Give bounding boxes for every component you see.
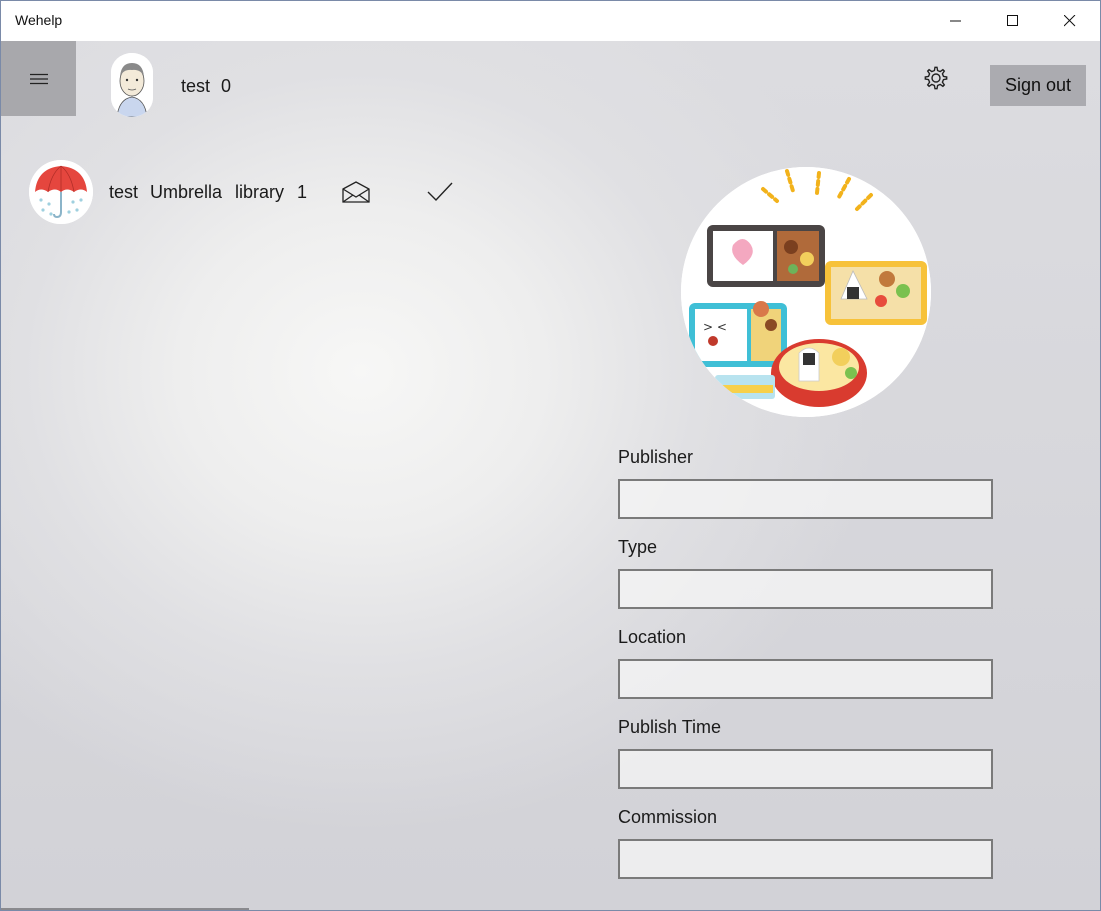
svg-text:> <: > < xyxy=(703,320,727,334)
window-title: Wehelp xyxy=(15,12,63,28)
commission-field[interactable] xyxy=(618,839,993,879)
commission-label: Commission xyxy=(618,807,718,827)
menu-button[interactable] xyxy=(1,41,76,116)
hamburger-icon xyxy=(29,73,48,84)
type-label: Type xyxy=(618,537,658,557)
close-button[interactable] xyxy=(1047,1,1093,41)
bento-boxes-illustration: > < xyxy=(681,167,931,417)
open-envelope-icon xyxy=(342,181,370,203)
mail-button[interactable] xyxy=(342,180,370,204)
minimize-button[interactable] xyxy=(933,1,979,41)
settings-button[interactable] xyxy=(922,64,950,92)
item-place: library xyxy=(235,182,285,202)
type-field[interactable] xyxy=(618,569,993,609)
maximize-button[interactable] xyxy=(990,1,1036,41)
user-name: test xyxy=(181,76,211,96)
publisher-label: Publisher xyxy=(618,447,694,467)
request-list-item[interactable]: test Umbrella library 1 xyxy=(29,160,469,224)
publisher-field[interactable] xyxy=(618,479,993,519)
maximize-icon xyxy=(1007,15,1018,26)
gear-icon xyxy=(924,66,948,90)
publish-time-label: Publish Time xyxy=(618,717,722,737)
title-bar: Wehelp xyxy=(1,1,1100,41)
main-content: test 0 Sign out test Umbrella library 1 … xyxy=(1,41,1100,910)
accept-button[interactable] xyxy=(426,180,454,204)
location-field[interactable] xyxy=(618,659,993,699)
item-avatar xyxy=(29,160,93,224)
app-window: Wehelp test 0 Sign out test Umbrella lib… xyxy=(0,0,1101,911)
close-icon xyxy=(1064,15,1076,27)
checkmark-icon xyxy=(427,182,453,202)
umbrella-icon xyxy=(29,160,93,224)
publish-time-field[interactable] xyxy=(618,749,993,789)
location-label: Location xyxy=(618,627,687,647)
item-name: Umbrella xyxy=(150,182,223,202)
sign-out-button[interactable]: Sign out xyxy=(990,65,1086,106)
item-user: test xyxy=(109,182,139,202)
user-avatar[interactable] xyxy=(111,53,153,117)
person-avatar-icon xyxy=(111,53,153,117)
item-count: 1 xyxy=(297,182,308,202)
minimize-icon xyxy=(950,20,961,22)
user-count: 0 xyxy=(221,76,232,96)
item-image: > < xyxy=(681,167,931,417)
